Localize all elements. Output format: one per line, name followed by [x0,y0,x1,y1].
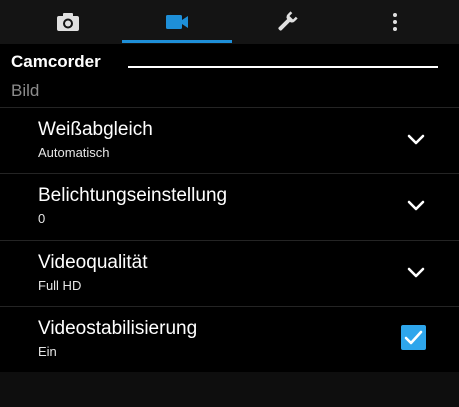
setting-value: Automatisch [38,145,110,160]
setting-label: Videostabilisierung [38,318,198,339]
setting-video-stabilization[interactable]: Videostabilisierung Ein [0,306,459,372]
setting-exposure[interactable]: Belichtungseinstellung 0 [0,173,459,239]
row-divider [0,173,459,174]
settings-tab-bar [0,0,459,44]
tab-more[interactable] [340,0,450,44]
camera-icon [57,13,79,31]
row-divider [0,240,459,241]
setting-value: Full HD [38,278,82,293]
setting-value: Ein [38,344,57,359]
subsection-title: Bild [11,81,40,100]
more-vertical-icon [393,13,397,31]
chevron-down-icon[interactable] [405,131,427,147]
section-header: Camcorder [11,52,438,74]
video-camera-icon [166,15,188,29]
chevron-down-icon[interactable] [405,264,427,280]
checkmark-icon [404,330,423,345]
chevron-down-icon[interactable] [405,197,427,213]
section-title: Camcorder [11,52,101,71]
wrench-icon [278,11,298,31]
row-divider [0,306,459,307]
stabilization-checkbox[interactable] [401,325,426,350]
setting-label: Weißabgleich [38,119,153,140]
section-divider [128,66,438,68]
setting-label: Belichtungseinstellung [38,185,228,206]
row-divider [0,107,459,108]
setting-white-balance[interactable]: Weißabgleich Automatisch [0,107,459,173]
setting-video-quality[interactable]: Videoqualität Full HD [0,240,459,306]
tab-camcorder[interactable] [122,0,232,44]
setting-label: Videoqualität [38,252,148,273]
active-tab-indicator [122,40,232,43]
tab-tools[interactable] [232,0,342,44]
bottom-strip [0,372,459,407]
tab-camera[interactable] [13,0,123,44]
setting-value: 0 [38,211,46,226]
